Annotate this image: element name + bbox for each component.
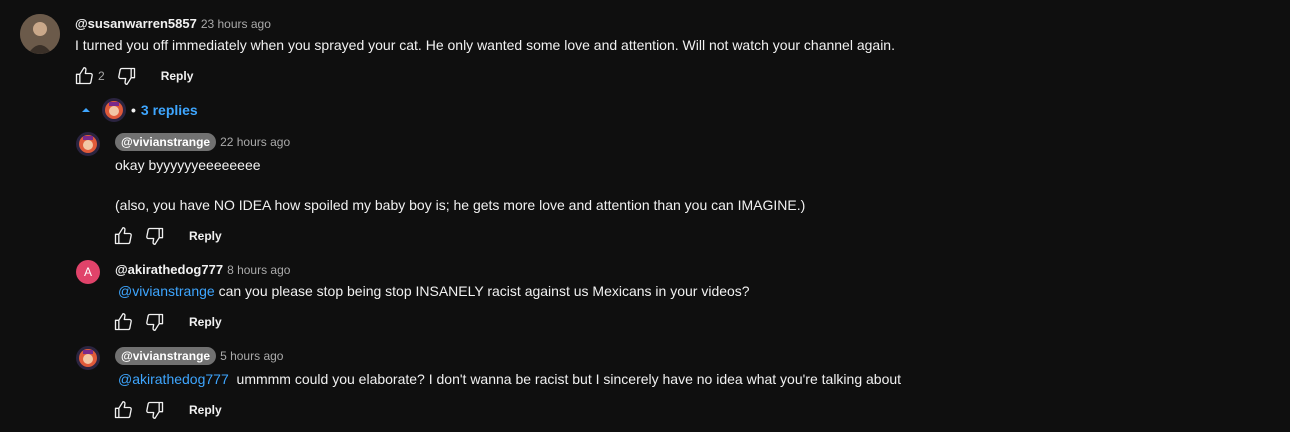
commenter-avatar[interactable]: [20, 14, 60, 54]
reply-header: @vivianstrange 5 hours ago: [115, 347, 283, 365]
dislike-icon[interactable]: [143, 398, 167, 422]
reply-button[interactable]: Reply: [161, 69, 194, 83]
creator-author-chip[interactable]: @vivianstrange: [115, 347, 217, 365]
dislike-icon[interactable]: [143, 310, 167, 334]
profile-photo-icon: [20, 14, 60, 54]
reply-button[interactable]: Reply: [189, 315, 222, 329]
mention-link[interactable]: @akirathedog777: [118, 371, 229, 387]
reply-avatar[interactable]: [76, 346, 100, 370]
reply-time[interactable]: 22 hours ago: [220, 135, 290, 149]
reply-header: @akirathedog777 8 hours ago: [115, 261, 290, 279]
comment-text: I turned you off immediately when you sp…: [75, 37, 895, 53]
reply-actions: Reply: [111, 398, 222, 422]
reply-body: can you please stop being stop INSANELY …: [214, 283, 750, 299]
reply-avatar[interactable]: A: [76, 260, 100, 284]
reply-text-line: okay byyyyyyeeeeeeee: [115, 157, 261, 173]
reply-avatar[interactable]: [76, 132, 100, 156]
creator-avatar: [102, 98, 126, 122]
comment-header: @susanwarren5857 23 hours ago: [75, 15, 271, 33]
reply-text: @vivianstrange can you please stop being…: [118, 283, 750, 299]
reply-time[interactable]: 5 hours ago: [220, 349, 283, 363]
reply-actions: Reply: [111, 224, 222, 248]
chevron-up-icon: [82, 108, 90, 112]
reply-author[interactable]: @akirathedog777: [115, 262, 223, 277]
reply-header: @vivianstrange 22 hours ago: [115, 133, 290, 151]
reply-button[interactable]: Reply: [189, 229, 222, 243]
reply-time[interactable]: 8 hours ago: [227, 263, 290, 277]
comment-author[interactable]: @susanwarren5857: [75, 16, 197, 31]
reply-button[interactable]: Reply: [189, 403, 222, 417]
creator-avatar-icon: [102, 98, 126, 122]
reply-actions: Reply: [111, 310, 222, 334]
reply-text-line: (also, you have NO IDEA how spoiled my b…: [115, 197, 806, 213]
reply-text: @akirathedog777 ummmm could you elaborat…: [118, 371, 901, 387]
comment-actions: 2 Reply: [72, 64, 193, 88]
like-icon[interactable]: [111, 398, 135, 422]
separator-dot: •: [131, 102, 136, 118]
dislike-icon[interactable]: [115, 64, 139, 88]
like-icon[interactable]: [111, 224, 135, 248]
creator-avatar-icon: [76, 346, 100, 370]
like-icon[interactable]: [111, 310, 135, 334]
dislike-icon[interactable]: [143, 224, 167, 248]
replies-toggle-button[interactable]: • 3 replies: [80, 98, 198, 122]
reply-body: ummmm could you elaborate? I don't wanna…: [228, 371, 902, 387]
comment-time[interactable]: 23 hours ago: [201, 17, 271, 31]
like-count: 2: [98, 69, 105, 83]
like-icon[interactable]: [72, 64, 96, 88]
creator-author-chip[interactable]: @vivianstrange: [115, 133, 217, 151]
mention-link[interactable]: @vivianstrange: [118, 283, 215, 299]
creator-avatar-icon: [76, 132, 100, 156]
replies-count: 3 replies: [140, 102, 198, 118]
